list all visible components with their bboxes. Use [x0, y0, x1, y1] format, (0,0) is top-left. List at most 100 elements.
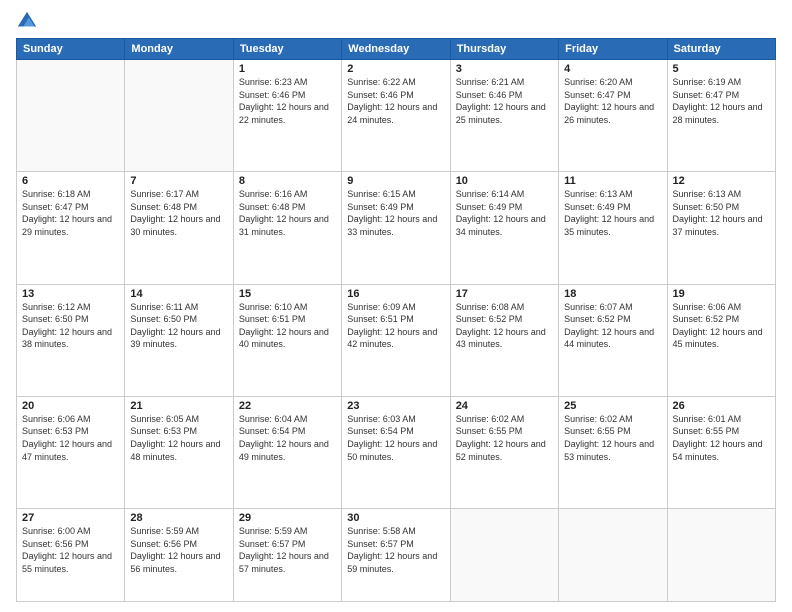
logo-icon [16, 10, 38, 32]
calendar-cell: 23Sunrise: 6:03 AM Sunset: 6:54 PM Dayli… [342, 396, 450, 508]
calendar-cell: 2Sunrise: 6:22 AM Sunset: 6:46 PM Daylig… [342, 60, 450, 172]
calendar-cell: 30Sunrise: 5:58 AM Sunset: 6:57 PM Dayli… [342, 509, 450, 602]
calendar-cell: 20Sunrise: 6:06 AM Sunset: 6:53 PM Dayli… [17, 396, 125, 508]
day-info: Sunrise: 6:00 AM Sunset: 6:56 PM Dayligh… [22, 525, 119, 575]
calendar-cell: 15Sunrise: 6:10 AM Sunset: 6:51 PM Dayli… [233, 284, 341, 396]
weekday-header-friday: Friday [559, 39, 667, 60]
day-number: 27 [22, 512, 119, 524]
day-info: Sunrise: 6:10 AM Sunset: 6:51 PM Dayligh… [239, 301, 336, 351]
day-info: Sunrise: 6:03 AM Sunset: 6:54 PM Dayligh… [347, 413, 444, 463]
calendar-cell: 12Sunrise: 6:13 AM Sunset: 6:50 PM Dayli… [667, 172, 775, 284]
calendar-cell: 21Sunrise: 6:05 AM Sunset: 6:53 PM Dayli… [125, 396, 233, 508]
weekday-header-monday: Monday [125, 39, 233, 60]
calendar-body: 1Sunrise: 6:23 AM Sunset: 6:46 PM Daylig… [17, 60, 776, 602]
calendar-cell: 7Sunrise: 6:17 AM Sunset: 6:48 PM Daylig… [125, 172, 233, 284]
day-info: Sunrise: 6:06 AM Sunset: 6:52 PM Dayligh… [673, 301, 770, 351]
day-number: 9 [347, 175, 444, 187]
day-info: Sunrise: 6:13 AM Sunset: 6:50 PM Dayligh… [673, 188, 770, 238]
calendar-week-3: 13Sunrise: 6:12 AM Sunset: 6:50 PM Dayli… [17, 284, 776, 396]
weekday-header-sunday: Sunday [17, 39, 125, 60]
calendar-week-4: 20Sunrise: 6:06 AM Sunset: 6:53 PM Dayli… [17, 396, 776, 508]
calendar-cell [667, 509, 775, 602]
calendar-cell: 11Sunrise: 6:13 AM Sunset: 6:49 PM Dayli… [559, 172, 667, 284]
day-number: 4 [564, 63, 661, 75]
calendar-cell: 26Sunrise: 6:01 AM Sunset: 6:55 PM Dayli… [667, 396, 775, 508]
calendar-cell: 22Sunrise: 6:04 AM Sunset: 6:54 PM Dayli… [233, 396, 341, 508]
calendar-cell: 25Sunrise: 6:02 AM Sunset: 6:55 PM Dayli… [559, 396, 667, 508]
day-info: Sunrise: 6:22 AM Sunset: 6:46 PM Dayligh… [347, 76, 444, 126]
page: SundayMondayTuesdayWednesdayThursdayFrid… [0, 0, 792, 612]
day-number: 11 [564, 175, 661, 187]
calendar-cell: 8Sunrise: 6:16 AM Sunset: 6:48 PM Daylig… [233, 172, 341, 284]
day-info: Sunrise: 6:19 AM Sunset: 6:47 PM Dayligh… [673, 76, 770, 126]
day-number: 8 [239, 175, 336, 187]
day-number: 30 [347, 512, 444, 524]
calendar-week-2: 6Sunrise: 6:18 AM Sunset: 6:47 PM Daylig… [17, 172, 776, 284]
day-number: 1 [239, 63, 336, 75]
day-number: 22 [239, 400, 336, 412]
calendar-cell: 17Sunrise: 6:08 AM Sunset: 6:52 PM Dayli… [450, 284, 558, 396]
day-number: 28 [130, 512, 227, 524]
weekday-header-thursday: Thursday [450, 39, 558, 60]
calendar-cell: 1Sunrise: 6:23 AM Sunset: 6:46 PM Daylig… [233, 60, 341, 172]
day-number: 17 [456, 288, 553, 300]
calendar-cell: 29Sunrise: 5:59 AM Sunset: 6:57 PM Dayli… [233, 509, 341, 602]
calendar-cell: 10Sunrise: 6:14 AM Sunset: 6:49 PM Dayli… [450, 172, 558, 284]
day-number: 29 [239, 512, 336, 524]
day-number: 20 [22, 400, 119, 412]
day-info: Sunrise: 6:06 AM Sunset: 6:53 PM Dayligh… [22, 413, 119, 463]
day-info: Sunrise: 6:14 AM Sunset: 6:49 PM Dayligh… [456, 188, 553, 238]
calendar-cell: 9Sunrise: 6:15 AM Sunset: 6:49 PM Daylig… [342, 172, 450, 284]
day-info: Sunrise: 6:13 AM Sunset: 6:49 PM Dayligh… [564, 188, 661, 238]
calendar-week-5: 27Sunrise: 6:00 AM Sunset: 6:56 PM Dayli… [17, 509, 776, 602]
calendar-cell: 3Sunrise: 6:21 AM Sunset: 6:46 PM Daylig… [450, 60, 558, 172]
day-info: Sunrise: 5:59 AM Sunset: 6:57 PM Dayligh… [239, 525, 336, 575]
calendar-cell: 28Sunrise: 5:59 AM Sunset: 6:56 PM Dayli… [125, 509, 233, 602]
day-info: Sunrise: 6:07 AM Sunset: 6:52 PM Dayligh… [564, 301, 661, 351]
calendar-week-1: 1Sunrise: 6:23 AM Sunset: 6:46 PM Daylig… [17, 60, 776, 172]
calendar-cell: 16Sunrise: 6:09 AM Sunset: 6:51 PM Dayli… [342, 284, 450, 396]
day-number: 15 [239, 288, 336, 300]
day-info: Sunrise: 6:09 AM Sunset: 6:51 PM Dayligh… [347, 301, 444, 351]
day-info: Sunrise: 6:17 AM Sunset: 6:48 PM Dayligh… [130, 188, 227, 238]
calendar-cell: 4Sunrise: 6:20 AM Sunset: 6:47 PM Daylig… [559, 60, 667, 172]
weekday-header-saturday: Saturday [667, 39, 775, 60]
day-info: Sunrise: 6:08 AM Sunset: 6:52 PM Dayligh… [456, 301, 553, 351]
calendar-table: SundayMondayTuesdayWednesdayThursdayFrid… [16, 38, 776, 602]
weekday-header-wednesday: Wednesday [342, 39, 450, 60]
day-number: 3 [456, 63, 553, 75]
day-info: Sunrise: 6:16 AM Sunset: 6:48 PM Dayligh… [239, 188, 336, 238]
day-info: Sunrise: 6:15 AM Sunset: 6:49 PM Dayligh… [347, 188, 444, 238]
day-info: Sunrise: 6:11 AM Sunset: 6:50 PM Dayligh… [130, 301, 227, 351]
calendar-cell [559, 509, 667, 602]
calendar-cell: 18Sunrise: 6:07 AM Sunset: 6:52 PM Dayli… [559, 284, 667, 396]
day-number: 10 [456, 175, 553, 187]
day-number: 18 [564, 288, 661, 300]
day-number: 21 [130, 400, 227, 412]
day-info: Sunrise: 6:20 AM Sunset: 6:47 PM Dayligh… [564, 76, 661, 126]
day-number: 5 [673, 63, 770, 75]
day-number: 14 [130, 288, 227, 300]
calendar-cell: 13Sunrise: 6:12 AM Sunset: 6:50 PM Dayli… [17, 284, 125, 396]
day-info: Sunrise: 5:59 AM Sunset: 6:56 PM Dayligh… [130, 525, 227, 575]
calendar-cell: 14Sunrise: 6:11 AM Sunset: 6:50 PM Dayli… [125, 284, 233, 396]
calendar-cell [17, 60, 125, 172]
day-info: Sunrise: 5:58 AM Sunset: 6:57 PM Dayligh… [347, 525, 444, 575]
day-number: 24 [456, 400, 553, 412]
logo [16, 10, 40, 32]
day-number: 19 [673, 288, 770, 300]
calendar-cell [125, 60, 233, 172]
day-number: 23 [347, 400, 444, 412]
day-info: Sunrise: 6:05 AM Sunset: 6:53 PM Dayligh… [130, 413, 227, 463]
weekday-row: SundayMondayTuesdayWednesdayThursdayFrid… [17, 39, 776, 60]
calendar-cell: 27Sunrise: 6:00 AM Sunset: 6:56 PM Dayli… [17, 509, 125, 602]
weekday-header-tuesday: Tuesday [233, 39, 341, 60]
day-number: 16 [347, 288, 444, 300]
day-info: Sunrise: 6:12 AM Sunset: 6:50 PM Dayligh… [22, 301, 119, 351]
calendar-cell: 6Sunrise: 6:18 AM Sunset: 6:47 PM Daylig… [17, 172, 125, 284]
header [16, 10, 776, 32]
day-info: Sunrise: 6:01 AM Sunset: 6:55 PM Dayligh… [673, 413, 770, 463]
day-number: 12 [673, 175, 770, 187]
day-info: Sunrise: 6:02 AM Sunset: 6:55 PM Dayligh… [456, 413, 553, 463]
day-number: 2 [347, 63, 444, 75]
